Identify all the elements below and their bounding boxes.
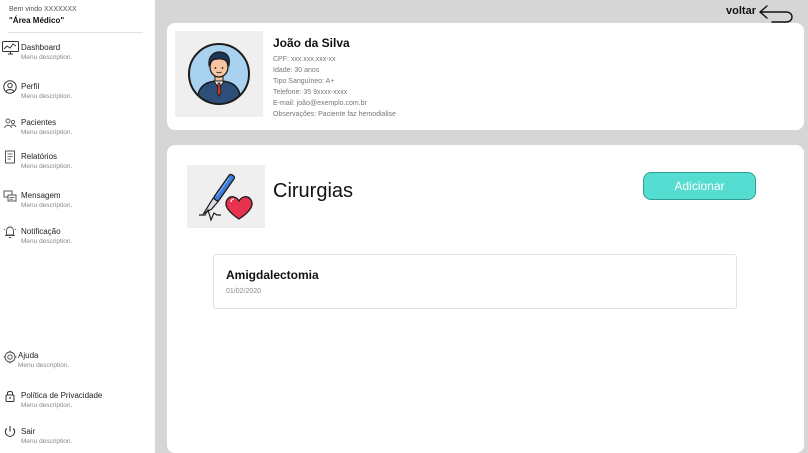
welcome-text: Bem vindo XXXXXXX bbox=[9, 6, 77, 13]
surgeries-card: Cirurgias Adicionar Amigdalectomia 01/02… bbox=[167, 145, 804, 453]
user-icon bbox=[3, 80, 17, 94]
lock-icon bbox=[3, 389, 17, 403]
sidebar-item-notificacao[interactable]: Notificação Menu description. bbox=[0, 225, 155, 253]
report-icon bbox=[3, 150, 17, 164]
surgery-date: 01/02/2020 bbox=[226, 288, 262, 295]
sidebar-item-label: Pacientes bbox=[21, 118, 57, 127]
doctor-avatar-icon bbox=[188, 43, 250, 105]
back-arrow-icon bbox=[758, 4, 798, 24]
sidebar-divider bbox=[8, 32, 143, 33]
sidebar-item-label: Sair bbox=[21, 427, 36, 436]
help-icon bbox=[3, 350, 17, 364]
patient-age: Idade: 30 anos bbox=[273, 67, 320, 74]
sidebar-item-label: Política de Privacidade bbox=[21, 391, 103, 400]
section-title: Cirurgias bbox=[273, 180, 354, 202]
sidebar-item-label: Relatórios bbox=[21, 152, 58, 161]
sidebar-item-description: Menu description. bbox=[21, 54, 73, 61]
sidebar-item-label: Mensagem bbox=[21, 191, 61, 200]
bell-icon bbox=[3, 225, 17, 239]
sidebar-item-mensagem[interactable]: Mensagem Menu description. bbox=[0, 189, 155, 217]
sidebar-item-label: Ajuda bbox=[18, 351, 39, 360]
patient-phone: Telefone: 35 9xxxx-xxxx bbox=[273, 89, 348, 96]
sidebar-item-sair[interactable]: Sair Menu description. bbox=[0, 425, 155, 453]
sidebar-item-label: Notificação bbox=[21, 227, 61, 236]
dashboard-icon bbox=[2, 41, 19, 55]
avatar bbox=[175, 31, 263, 117]
add-button[interactable]: Adicionar bbox=[643, 172, 756, 200]
surgery-list-item[interactable]: Amigdalectomia 01/02/2020 bbox=[213, 254, 737, 309]
sidebar: Bem vindo XXXXXXX "Área Médico" Dashboar… bbox=[0, 0, 155, 453]
sidebar-item-description: Menu description. bbox=[21, 438, 73, 445]
sidebar-item-description: Menu description. bbox=[21, 202, 73, 209]
surgery-name: Amigdalectomia bbox=[226, 268, 319, 282]
sidebar-item-label: Perfil bbox=[21, 82, 40, 91]
sidebar-item-label: Dashboard bbox=[21, 43, 61, 52]
patient-notes: Observações: Paciente faz hemodialise bbox=[273, 111, 396, 118]
sidebar-item-ajuda[interactable]: Ajuda Menu description. bbox=[0, 349, 155, 377]
sidebar-item-description: Menu description. bbox=[21, 238, 73, 245]
patients-icon bbox=[3, 116, 17, 130]
scalpel-heart-icon bbox=[199, 173, 253, 222]
patient-email: E-mail: joão@exemplo.com.br bbox=[273, 100, 367, 107]
surgery-illustration bbox=[187, 165, 265, 228]
sidebar-item-perfil[interactable]: Perfil Menu description. bbox=[0, 80, 155, 108]
patient-name: João da Silva bbox=[273, 36, 350, 50]
sidebar-item-description: Menu description. bbox=[21, 129, 73, 136]
sidebar-item-relatorios[interactable]: Relatórios Menu description. bbox=[0, 150, 155, 178]
sidebar-item-description: Menu description. bbox=[21, 93, 73, 100]
back-label: voltar bbox=[726, 5, 756, 17]
message-icon bbox=[3, 189, 17, 203]
area-label: "Área Médico" bbox=[9, 16, 65, 25]
sidebar-item-dashboard[interactable]: Dashboard Menu description. bbox=[0, 41, 155, 69]
sidebar-item-pacientes[interactable]: Pacientes Menu description. bbox=[0, 116, 155, 144]
patient-card: João da Silva CPF: xxx.xxx.xxx-xx Idade:… bbox=[167, 23, 804, 130]
sidebar-item-description: Menu description. bbox=[21, 163, 73, 170]
patient-cpf: CPF: xxx.xxx.xxx-xx bbox=[273, 56, 336, 63]
back-button[interactable]: voltar bbox=[708, 2, 798, 24]
patient-blood-type: Tipo Sanguíneo: A+ bbox=[273, 78, 335, 85]
sidebar-item-privacidade[interactable]: Política de Privacidade Menu description… bbox=[0, 389, 155, 417]
power-icon bbox=[3, 425, 17, 439]
sidebar-item-description: Menu description. bbox=[21, 402, 73, 409]
sidebar-item-description: Menu description. bbox=[18, 362, 70, 369]
